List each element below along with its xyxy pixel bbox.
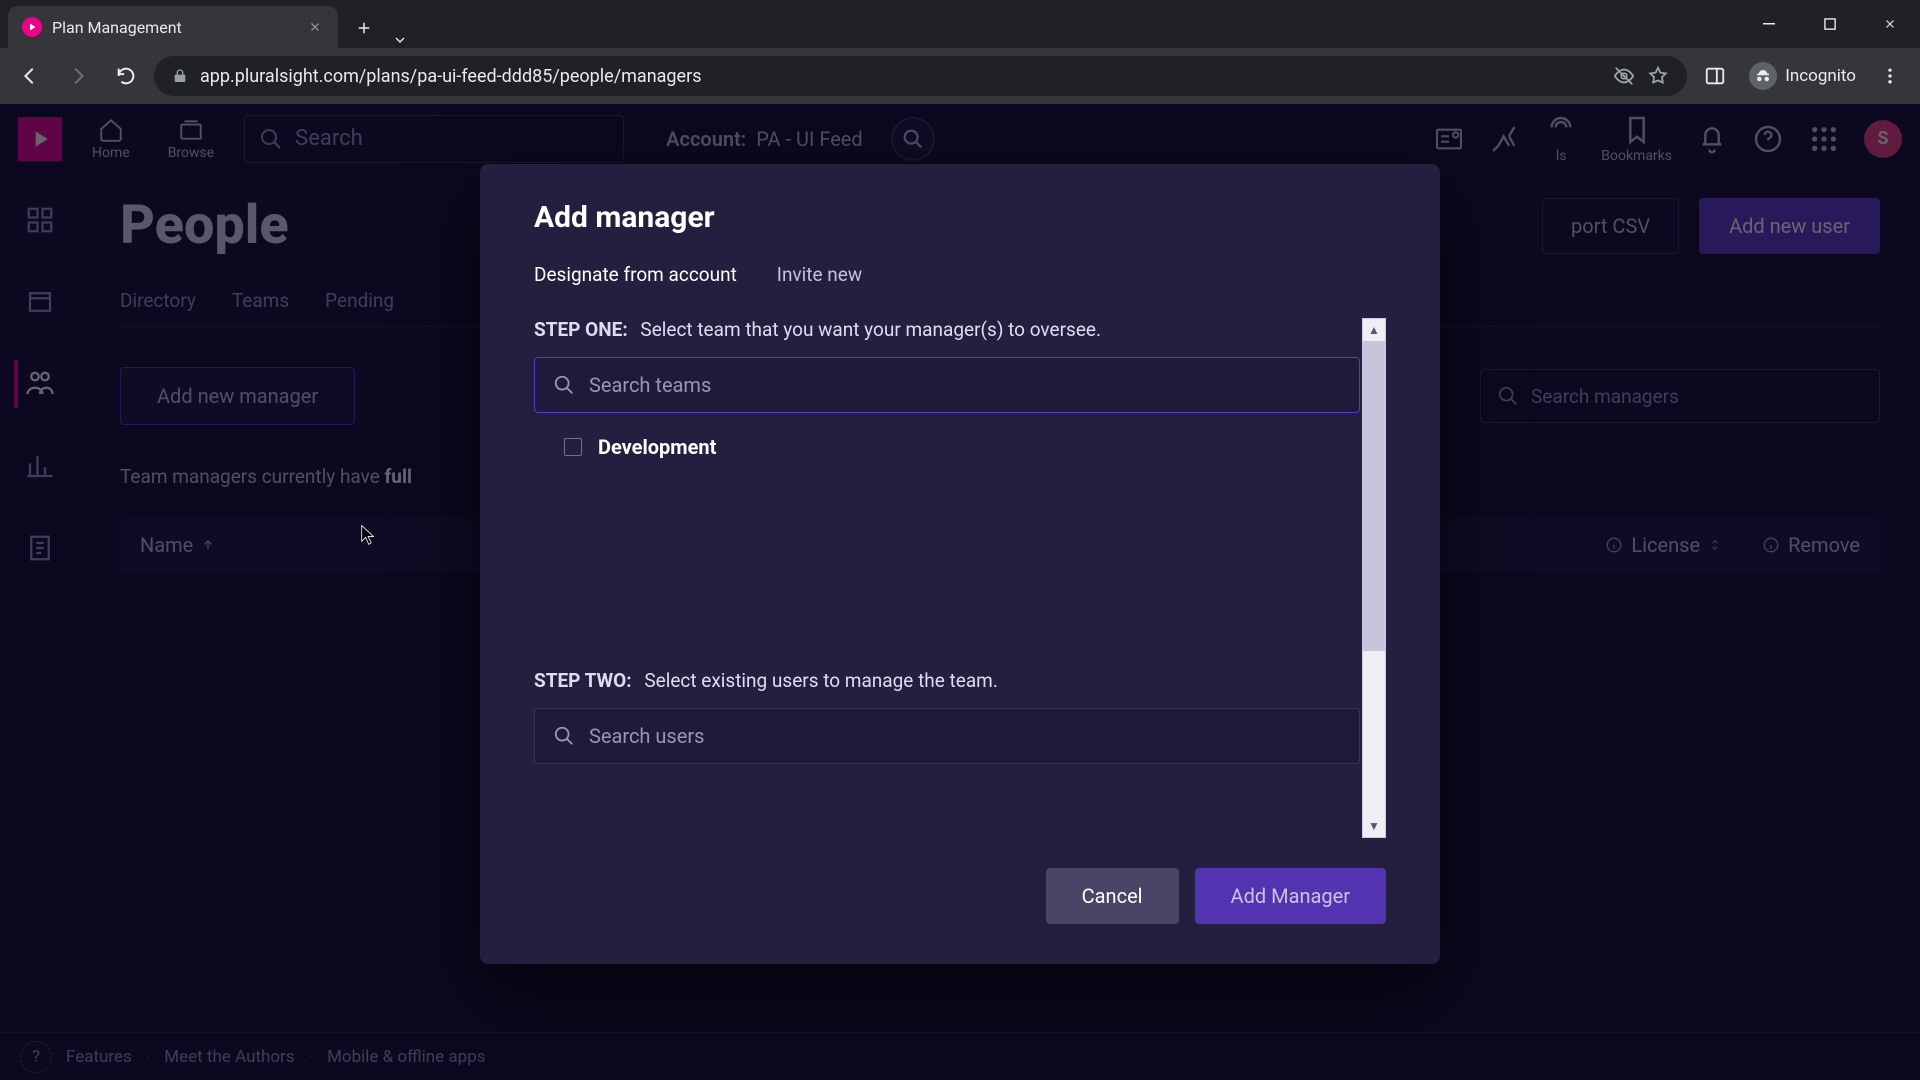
maximize-button[interactable] bbox=[1800, 0, 1860, 48]
back-button[interactable] bbox=[10, 56, 50, 96]
tab-designate-from-account[interactable]: Designate from account bbox=[534, 257, 737, 292]
browser-menu-icon[interactable] bbox=[1870, 56, 1910, 96]
incognito-label: Incognito bbox=[1785, 66, 1856, 86]
forward-button[interactable] bbox=[58, 56, 98, 96]
tab-title: Plan Management bbox=[52, 18, 182, 37]
minimize-button[interactable] bbox=[1740, 0, 1800, 48]
incognito-indicator[interactable]: Incognito bbox=[1743, 62, 1862, 90]
search-icon bbox=[553, 374, 575, 396]
modal-scrollbar[interactable]: ▲ ▼ bbox=[1362, 318, 1386, 838]
browser-tab[interactable]: Plan Management bbox=[8, 6, 338, 48]
eye-blocked-icon[interactable] bbox=[1613, 65, 1635, 87]
search-teams-input[interactable]: Search teams bbox=[534, 357, 1360, 413]
incognito-icon bbox=[1749, 62, 1777, 90]
bookmark-star-icon[interactable] bbox=[1647, 65, 1669, 87]
search-teams-placeholder: Search teams bbox=[589, 373, 711, 397]
step-two-label: STEP TWO: Select existing users to manag… bbox=[534, 669, 1360, 692]
search-users-placeholder: Search users bbox=[589, 724, 704, 748]
lock-icon bbox=[172, 68, 188, 84]
tabs-dropdown-icon[interactable] bbox=[380, 32, 420, 48]
step-one-label: STEP ONE: Select team that you want your… bbox=[534, 318, 1360, 341]
scroll-down-icon[interactable]: ▼ bbox=[1363, 815, 1385, 837]
side-panel-icon[interactable] bbox=[1695, 56, 1735, 96]
modal-tabs: Designate from account Invite new bbox=[534, 257, 1386, 292]
search-users-input[interactable]: Search users bbox=[534, 708, 1360, 764]
search-icon bbox=[553, 725, 575, 747]
modal-title: Add manager bbox=[534, 200, 1386, 235]
modal-actions: Cancel Add Manager bbox=[534, 868, 1386, 924]
cancel-button[interactable]: Cancel bbox=[1046, 868, 1179, 924]
reload-button[interactable] bbox=[106, 56, 146, 96]
modal-scroll-area: STEP ONE: Select team that you want your… bbox=[534, 318, 1386, 838]
app-viewport: Home Browse Search Account: PA - UI Feed… bbox=[0, 104, 1920, 1080]
browser-toolbar: app.pluralsight.com/plans/pa-ui-feed-ddd… bbox=[0, 48, 1920, 104]
checkbox-icon[interactable] bbox=[564, 438, 582, 456]
scroll-up-icon[interactable]: ▲ bbox=[1363, 319, 1385, 341]
close-tab-icon[interactable] bbox=[306, 18, 324, 36]
new-tab-button[interactable] bbox=[348, 12, 380, 44]
pluralsight-favicon bbox=[22, 17, 42, 37]
browser-titlebar: Plan Management bbox=[0, 0, 1920, 48]
add-manager-modal: Add manager Designate from account Invit… bbox=[480, 164, 1440, 964]
tab-invite-new[interactable]: Invite new bbox=[777, 257, 862, 292]
window-controls bbox=[1740, 0, 1920, 48]
scrollbar-thumb[interactable] bbox=[1363, 341, 1385, 651]
team-option-development[interactable]: Development bbox=[542, 427, 1352, 467]
add-manager-submit-button[interactable]: Add Manager bbox=[1195, 868, 1386, 924]
team-list: Development bbox=[534, 413, 1360, 643]
team-name: Development bbox=[598, 435, 716, 459]
url-text: app.pluralsight.com/plans/pa-ui-feed-ddd… bbox=[200, 66, 1601, 87]
address-bar[interactable]: app.pluralsight.com/plans/pa-ui-feed-ddd… bbox=[154, 56, 1687, 96]
close-window-button[interactable] bbox=[1860, 0, 1920, 48]
